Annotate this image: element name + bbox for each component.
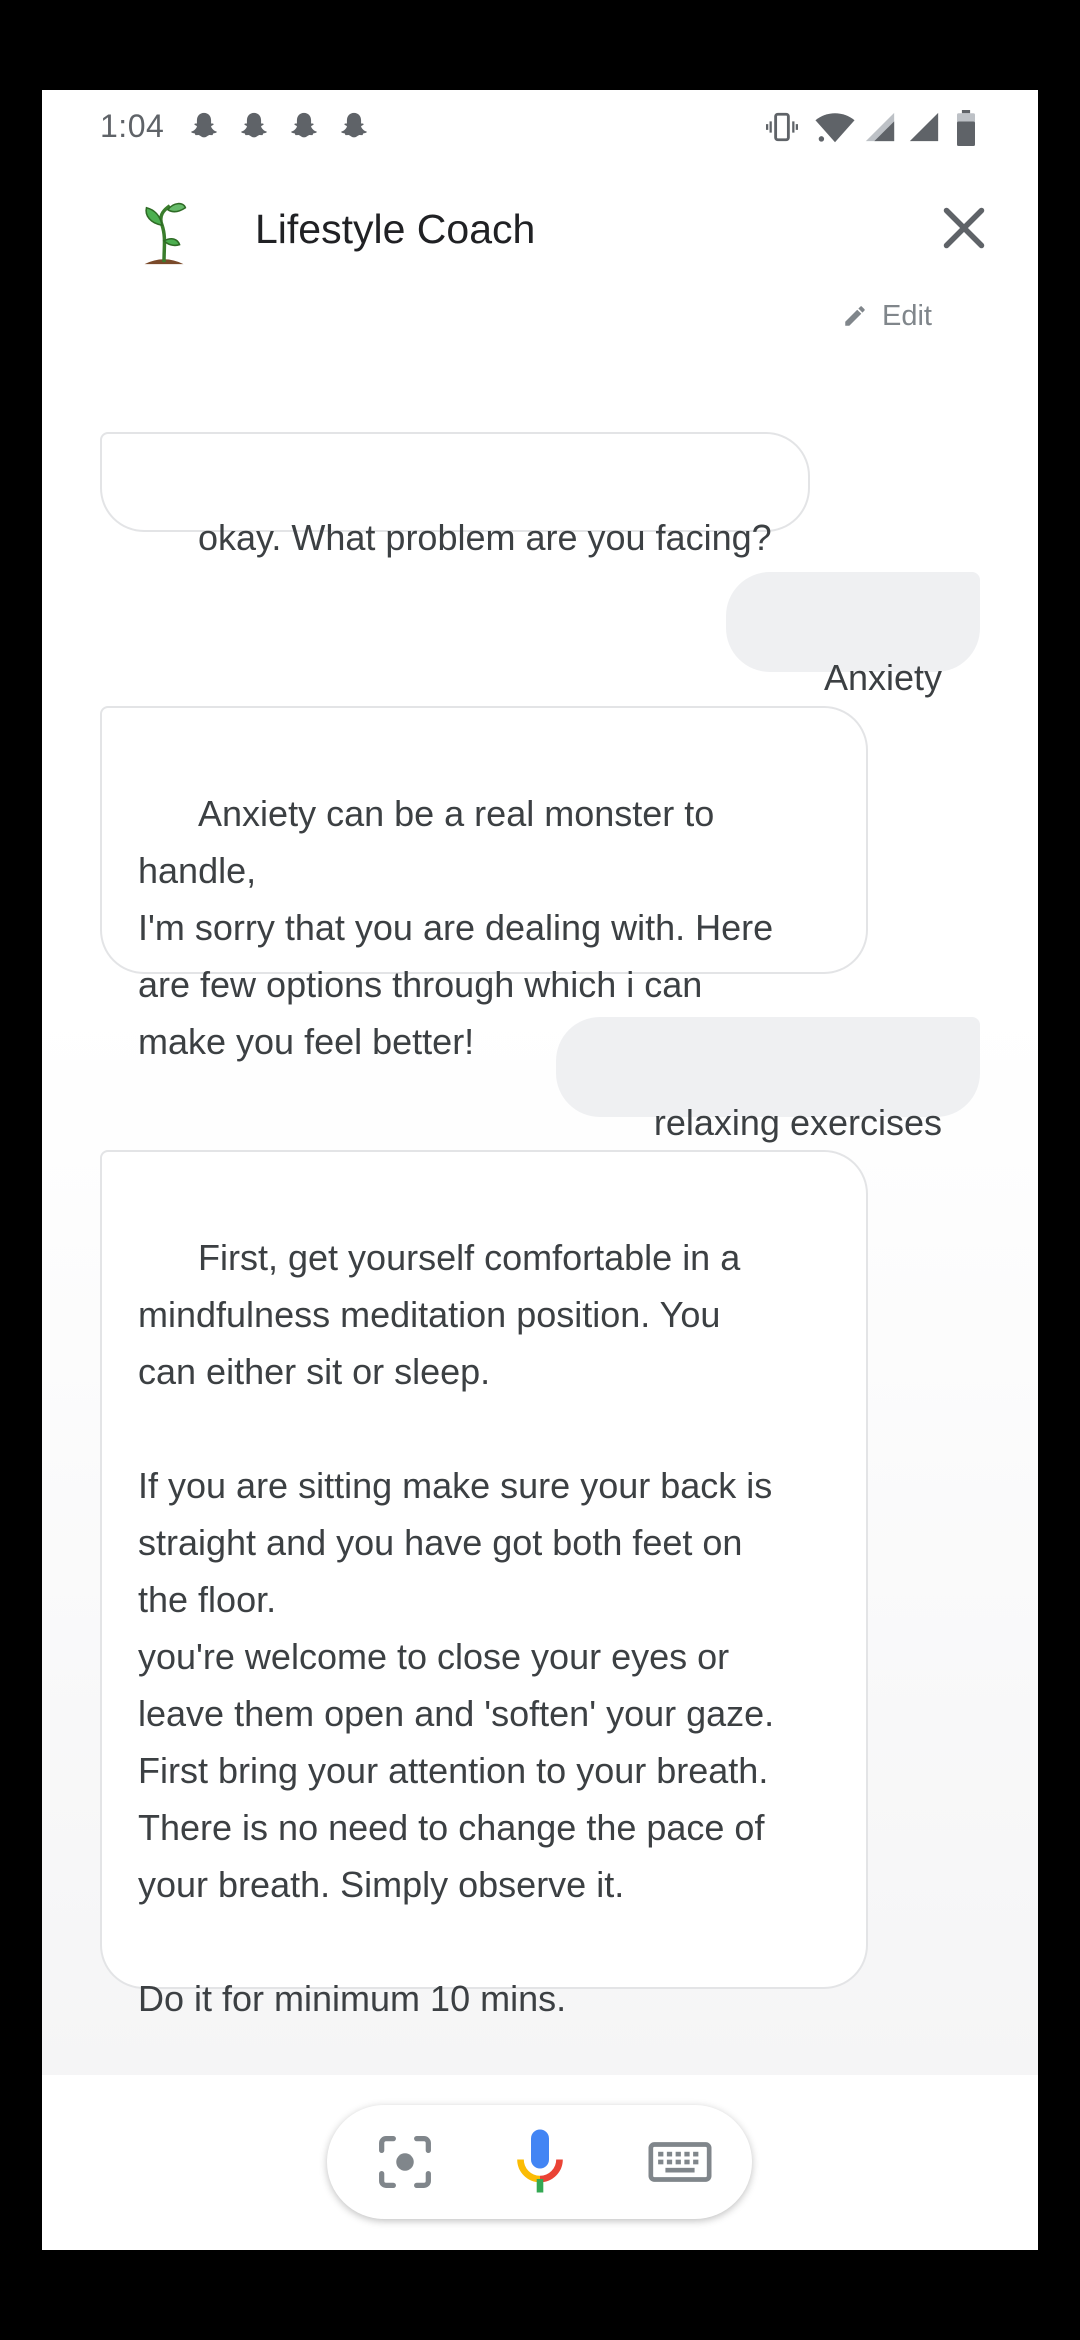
input-bar	[42, 2075, 1038, 2250]
signal-icon	[865, 112, 895, 142]
sprout-icon	[144, 202, 187, 265]
microphone-icon[interactable]	[504, 2125, 576, 2197]
user-message: relaxing exercises	[555, 1017, 980, 1143]
battery-icon	[957, 110, 975, 146]
lens-icon[interactable]	[370, 2127, 440, 2197]
pencil-icon	[845, 306, 865, 326]
keyboard-icon[interactable]	[645, 2127, 715, 2197]
snapchat-icon	[341, 112, 367, 138]
message-text: relaxing exercises	[653, 1102, 942, 1143]
snapchat-icon	[191, 112, 217, 138]
bot-title: Lifestyle Coach	[255, 206, 536, 252]
edit-label: Edit	[882, 299, 932, 332]
wifi-icon	[815, 113, 855, 143]
message-text: First, get yourself comfortable in a min…	[138, 1237, 775, 2019]
vibrate-icon	[765, 112, 799, 142]
snapchat-icon	[241, 112, 267, 138]
status-bar: 1:04	[42, 90, 1038, 165]
user-message: Anxiety	[725, 572, 980, 698]
bot-message: okay. What problem are you facing?	[100, 432, 810, 558]
close-icon[interactable]	[934, 198, 994, 258]
snapchat-icon	[291, 112, 317, 138]
phone-screen: 1:04 Lifestyle Coach Edit okay. What pro…	[42, 90, 1038, 2250]
input-pill	[327, 2105, 752, 2219]
app-header: Lifestyle Coach	[42, 180, 1038, 290]
bot-message: Anxiety can be a real monster to handle,…	[100, 706, 868, 1062]
message-text: Anxiety	[823, 657, 942, 698]
edit-button[interactable]: Edit	[842, 294, 932, 338]
message-text: okay. What problem are you facing?	[198, 517, 772, 558]
signal-icon	[909, 112, 939, 142]
status-time: 1:04	[100, 108, 165, 144]
conversation-area[interactable]: Edit okay. What problem are you facing? …	[42, 290, 1038, 2075]
bot-message: First, get yourself comfortable in a min…	[100, 1150, 868, 2019]
